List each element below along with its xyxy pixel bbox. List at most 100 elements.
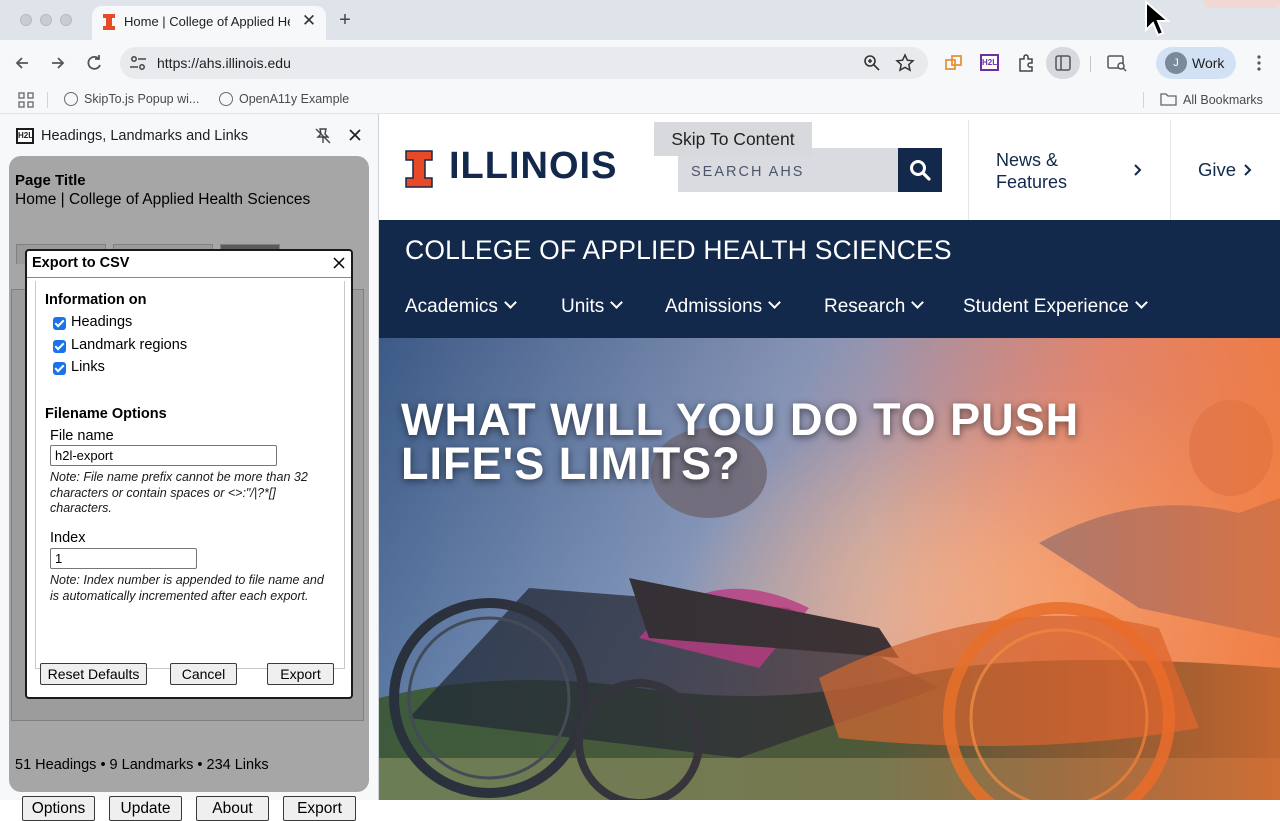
file-name-input[interactable]: h2l-export xyxy=(50,445,277,466)
side-panel-icon xyxy=(1055,55,1071,71)
bookmark-skipto[interactable]: SkipTo.js Popup wi... xyxy=(64,92,199,106)
nav-academics[interactable]: Academics xyxy=(405,296,517,318)
skip-to-content-link[interactable]: Skip To Content xyxy=(654,122,812,156)
new-tab-button[interactable]: + xyxy=(334,8,356,32)
pin-icon[interactable] xyxy=(314,127,332,145)
tab-strip-edge xyxy=(1204,0,1280,8)
index-label: Index xyxy=(50,530,86,546)
dialog-title: Export to CSV xyxy=(32,255,130,271)
dialog-close-icon[interactable] xyxy=(329,253,349,273)
chevron-down-icon xyxy=(610,296,624,309)
side-panel-title: Headings, Landmarks and Links xyxy=(41,128,249,144)
browser-tab-active[interactable]: Home | College of Applied Health Science… xyxy=(92,6,326,40)
college-title[interactable]: COLLEGE OF APPLIED HEALTH SCIENCES xyxy=(405,235,952,266)
news-features-link[interactable]: News & Features xyxy=(996,149,1067,193)
nav-label: Research xyxy=(824,296,906,317)
hero-banner: WHAT WILL YOU DO TO PUSH LIFE'S LIMITS? xyxy=(379,338,1280,800)
illinois-favicon-icon xyxy=(103,14,115,30)
mouse-pointer-icon xyxy=(1145,0,1171,37)
bookmark-opena11y[interactable]: OpenA11y Example xyxy=(219,92,349,106)
news-chevron-right-icon[interactable] xyxy=(1132,163,1144,177)
search-button[interactable] xyxy=(898,148,942,192)
export-csv-dialog: Export to CSV Information on Headings La… xyxy=(25,249,353,699)
browser-toolbar: https://ahs.illinois.edu H2L J Work xyxy=(0,40,1280,86)
tab-close-icon[interactable]: ✕ xyxy=(298,10,320,32)
nav-label: Admissions xyxy=(665,296,763,317)
h2l-logo-icon: H2L xyxy=(16,128,34,144)
all-bookmarks-label: All Bookmarks xyxy=(1183,93,1263,107)
chevron-down-icon xyxy=(911,296,925,309)
nav-label: Units xyxy=(561,296,605,317)
index-input[interactable]: 1 xyxy=(50,548,197,569)
bookmarks-divider xyxy=(1143,92,1144,108)
apps-grid-icon[interactable] xyxy=(18,92,34,108)
back-arrow-icon[interactable] xyxy=(11,52,33,74)
all-bookmarks[interactable]: All Bookmarks xyxy=(1160,92,1263,107)
site-settings-icon[interactable] xyxy=(129,55,147,71)
window-zoom-dot[interactable] xyxy=(60,14,72,26)
url-text[interactable]: https://ahs.illinois.edu xyxy=(157,55,291,71)
cancel-button[interactable]: Cancel xyxy=(170,663,237,685)
summary-counts: 51 Headings • 9 Landmarks • 234 Links xyxy=(15,757,269,773)
forward-arrow-icon[interactable] xyxy=(47,52,69,74)
chevron-down-icon xyxy=(504,296,517,309)
window-minimize-dot[interactable] xyxy=(40,14,52,26)
reset-defaults-button[interactable]: Reset Defaults xyxy=(40,663,147,685)
file-name-note: Note: File name prefix cannot be more th… xyxy=(50,470,308,515)
block-i-logo-icon[interactable] xyxy=(405,150,433,188)
extensions-puzzle-icon[interactable] xyxy=(1016,53,1036,73)
news-line-1: News & xyxy=(996,150,1059,170)
nav-admissions[interactable]: Admissions xyxy=(665,296,782,318)
index-note: Note: Index number is appended to file n… xyxy=(50,573,324,603)
illinois-wordmark[interactable]: ILLINOIS xyxy=(449,145,617,188)
nav-research[interactable]: Research xyxy=(824,296,925,318)
reload-icon[interactable] xyxy=(83,52,105,74)
nav-student-experience[interactable]: Student Experience xyxy=(963,296,1148,318)
nav-units[interactable]: Units xyxy=(561,296,624,318)
web-page: ILLINOIS SEARCH AHS Skip To Content News… xyxy=(379,120,1280,800)
hero-line-1: WHAT WILL YOU DO TO PUSH xyxy=(401,394,1080,445)
give-link[interactable]: Give xyxy=(1198,159,1236,181)
landmarks-checkbox-label[interactable]: Landmark regions xyxy=(71,337,187,353)
bookmarks-bar: SkipTo.js Popup wi... OpenA11y Example A… xyxy=(0,86,1280,114)
profile-label: Work xyxy=(1192,55,1225,71)
nav-label: Academics xyxy=(405,296,498,317)
headings-checkbox-label[interactable]: Headings xyxy=(71,314,132,330)
news-line-2: Features xyxy=(996,172,1068,192)
file-name-label: File name xyxy=(50,428,114,444)
links-checkbox-label[interactable]: Links xyxy=(71,359,105,375)
profile-button[interactable]: J Work xyxy=(1156,47,1236,79)
tab-strip: Home | College of Applied Health Science… xyxy=(0,0,1280,40)
tab-search-icon[interactable] xyxy=(1106,53,1128,73)
browser-menu-icon[interactable] xyxy=(1248,52,1270,74)
nav-label: Student Experience xyxy=(963,296,1129,317)
avatar: J xyxy=(1165,52,1187,74)
globe-icon xyxy=(219,92,233,106)
zoom-icon[interactable] xyxy=(863,54,881,72)
college-nav-band: COLLEGE OF APPLIED HEALTH SCIENCES Acade… xyxy=(379,220,1280,338)
search-icon xyxy=(910,160,931,181)
side-panel-toggle[interactable] xyxy=(1046,47,1080,79)
window-close-dot[interactable] xyxy=(20,14,32,26)
extension-orange-icon[interactable] xyxy=(944,54,964,72)
dialog-divider xyxy=(27,277,351,278)
address-bar[interactable]: https://ahs.illinois.edu xyxy=(120,47,928,79)
chevron-down-icon xyxy=(768,296,782,309)
globe-icon xyxy=(64,92,78,106)
h2l-extension-icon[interactable]: H2L xyxy=(980,54,999,71)
bookmark-label: SkipTo.js Popup wi... xyxy=(84,92,200,106)
headings-checkbox[interactable] xyxy=(53,317,66,330)
landmarks-checkbox[interactable] xyxy=(53,340,66,353)
panel-close-icon[interactable] xyxy=(345,124,365,146)
bookmarks-divider xyxy=(47,92,48,108)
toolbar-divider xyxy=(1090,56,1091,72)
hero-line-2: LIFE'S LIMITS? xyxy=(401,438,741,489)
dialog-export-button[interactable]: Export xyxy=(267,663,334,685)
information-heading: Information on xyxy=(45,292,147,308)
bookmark-star-icon[interactable] xyxy=(895,53,915,73)
page-title-label: Page Title xyxy=(15,172,86,189)
hero-heading: WHAT WILL YOU DO TO PUSH LIFE'S LIMITS? xyxy=(401,394,1261,489)
tab-title: Home | College of Applied Health Science… xyxy=(124,14,290,29)
links-checkbox[interactable] xyxy=(53,362,66,375)
give-chevron-right-icon[interactable] xyxy=(1242,163,1254,177)
